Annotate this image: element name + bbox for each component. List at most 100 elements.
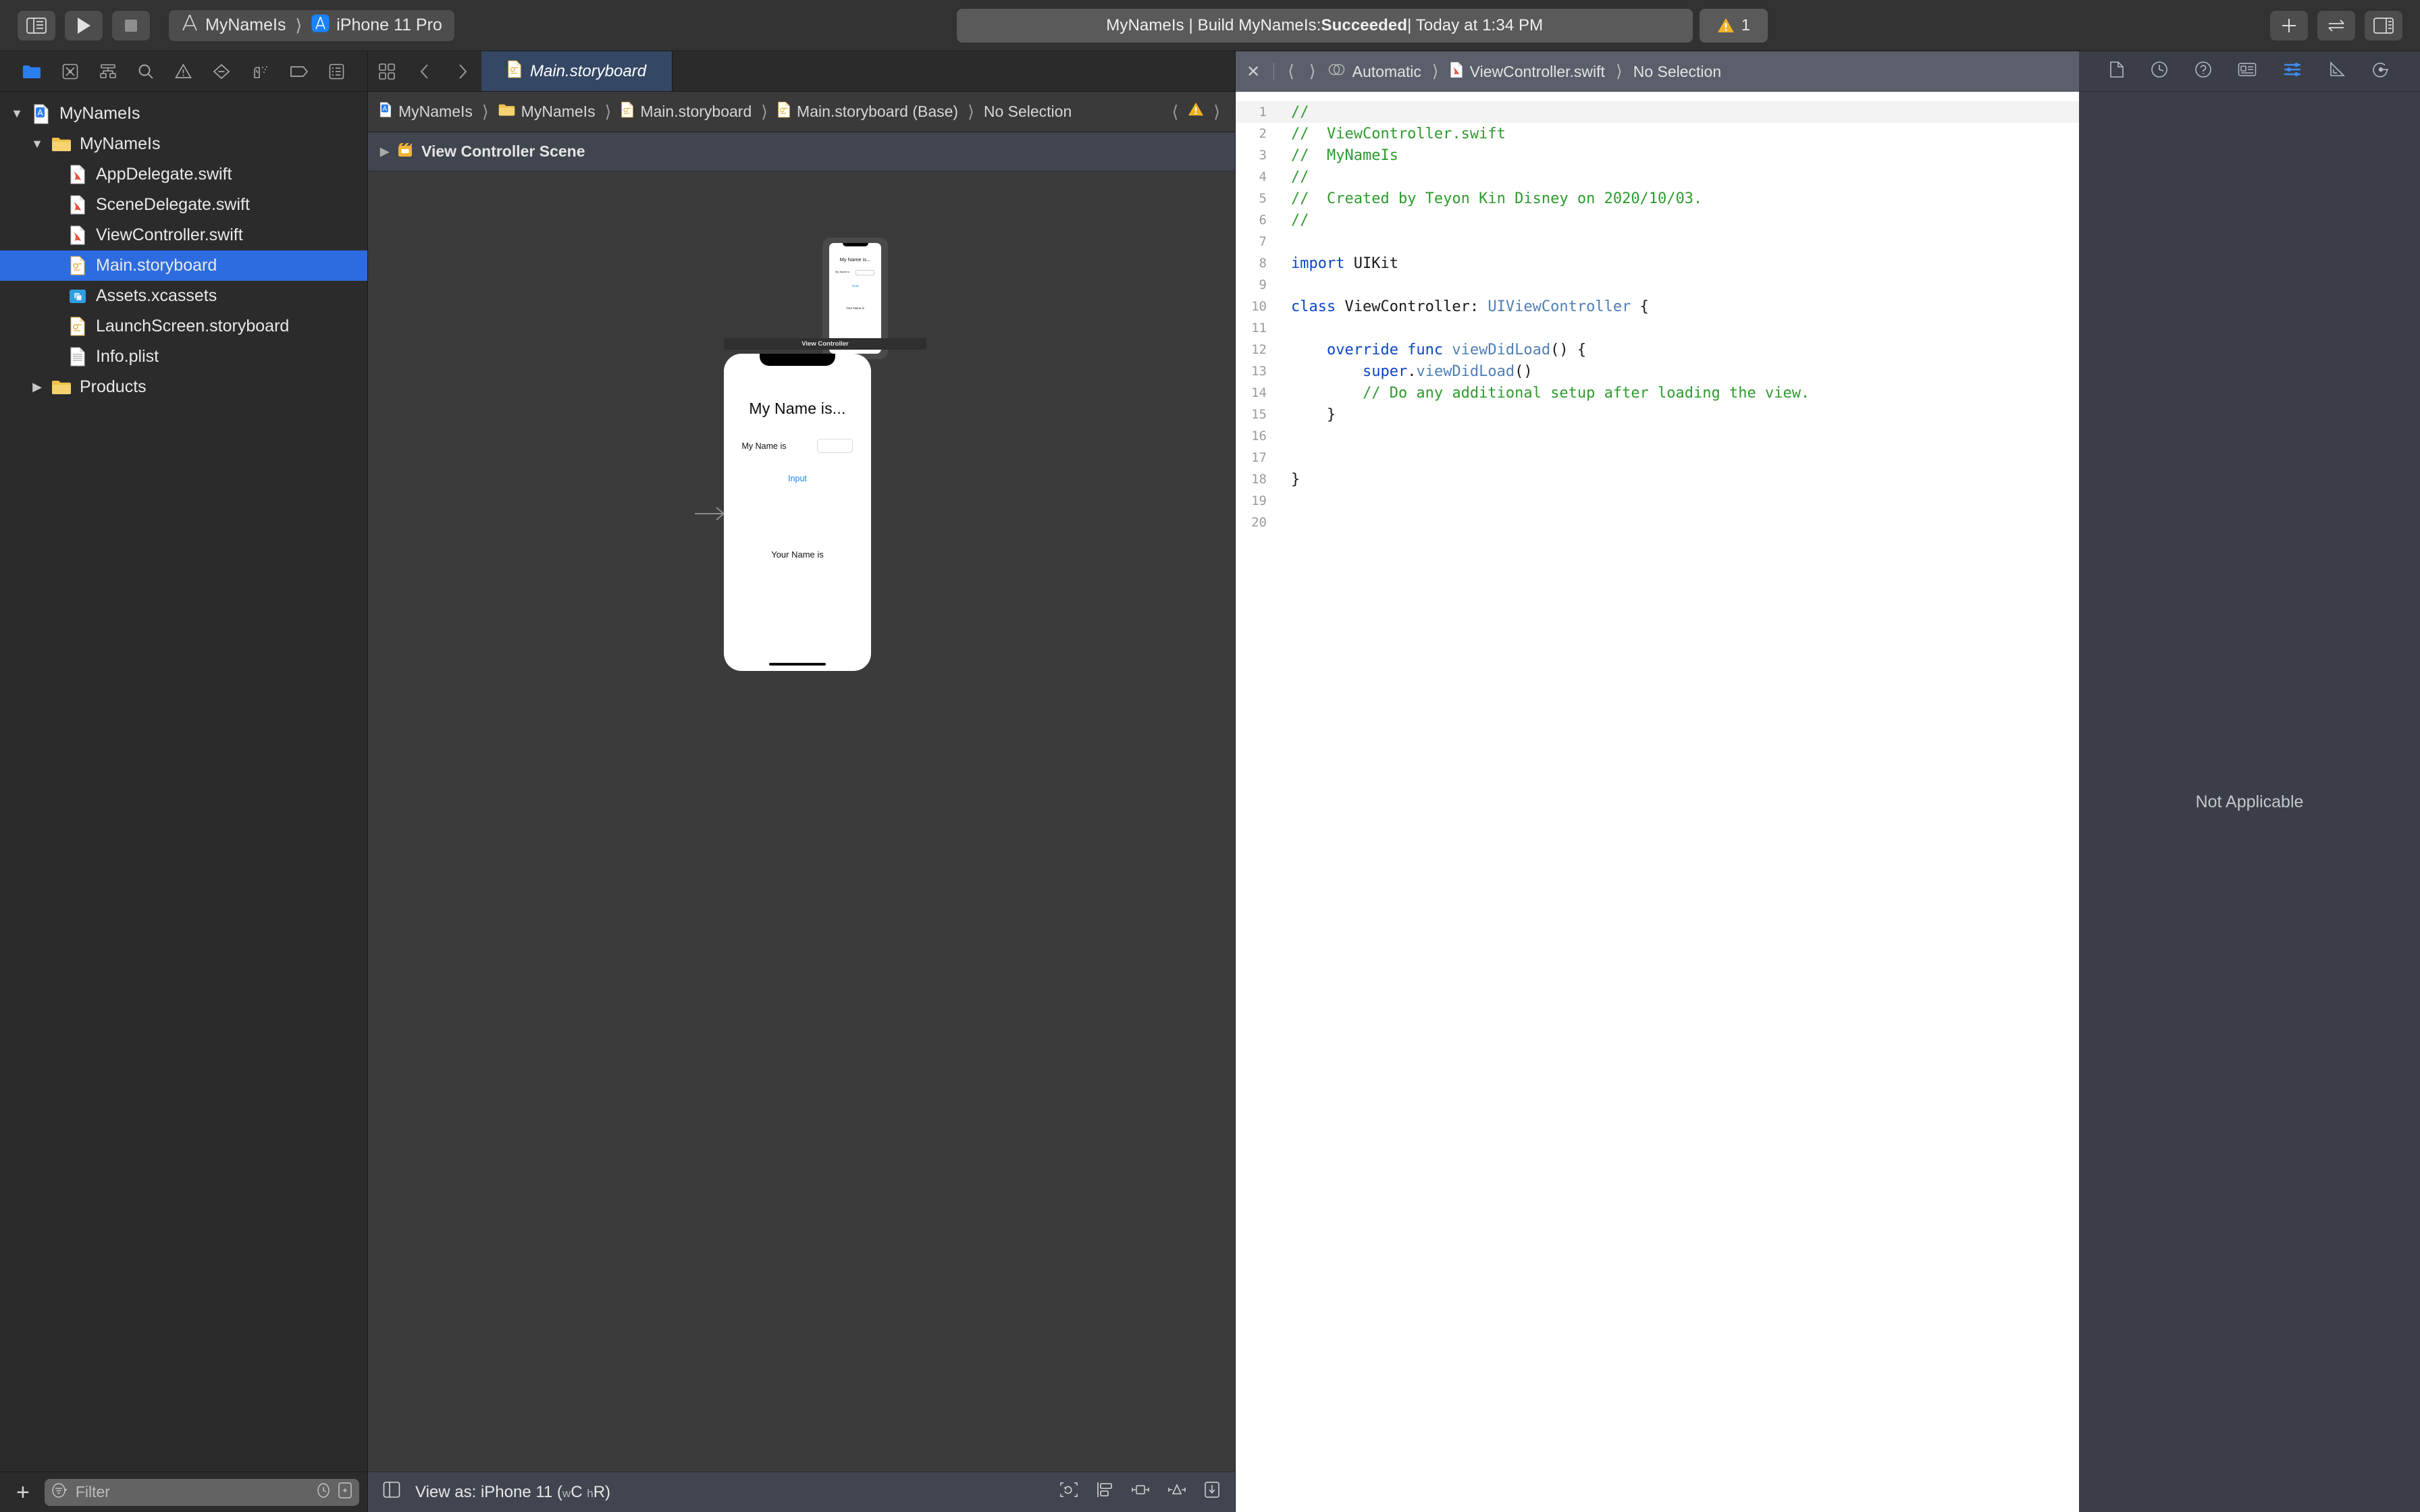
tree-row[interactable]: SceneDelegate.swift [0,190,367,220]
code-line[interactable]: 13 super.viewDidLoad() [1236,360,2079,382]
find-navigator-icon[interactable] [138,63,154,80]
scheme-selector[interactable]: MyNameIs ⟩ iPhone 11 Pro [169,9,454,41]
toggle-navigator-button[interactable] [18,10,55,40]
warning-indicator[interactable]: 1 [1699,8,1768,43]
tree-row[interactable]: LaunchScreen.storyboard [0,311,367,342]
test-navigator-icon[interactable] [213,63,230,80]
storyboard-canvas[interactable]: My Name is... My Name is Input Your Name… [368,171,1235,1472]
code-line[interactable]: 5 // Created by Teyon Kin Disney on 2020/… [1236,188,2079,209]
recent-files-filter-icon[interactable] [316,1482,331,1503]
navigate-back-icon[interactable]: ⟨ [1288,61,1294,82]
embed-in-icon[interactable] [1204,1481,1220,1503]
breadcrumb-separator-icon: ⟩ [968,102,974,122]
code-line[interactable]: 20 [1236,512,2079,533]
view-as-label[interactable]: View as: iPhone 11 (wC hR) [415,1483,610,1502]
name-text-field[interactable] [817,439,853,453]
code-line[interactable]: 6 // [1236,209,2079,231]
source-control-navigator-icon[interactable] [62,63,78,80]
close-editor-icon[interactable]: ✕ [1246,62,1264,82]
navigator-filter-input[interactable]: Filter [44,1478,359,1506]
scene-title-bar[interactable]: View Controller [724,338,926,350]
breadcrumb-item-base[interactable]: Main.storyboard (Base) [777,101,958,122]
code-line[interactable]: 11 [1236,317,2079,339]
navigate-back-icon[interactable] [406,51,444,91]
code-line[interactable]: 4 // [1236,166,2079,188]
editor-options-icon[interactable] [368,51,406,91]
swap-editors-button[interactable] [2317,10,2355,40]
code-line[interactable]: 1 // [1236,101,2079,123]
symbol-navigator-icon[interactable] [99,63,117,80]
breadcrumb-item-group[interactable]: MyNameIs [498,103,596,121]
tree-row[interactable]: Info.plist [0,342,367,372]
code-line[interactable]: 19 [1236,490,2079,512]
disclosure-triangle-icon[interactable]: ▶ [26,380,49,394]
code-line[interactable]: 12 override func viewDidLoad() { [1236,339,2079,360]
code-line[interactable]: 17 [1236,447,2079,468]
code-line[interactable]: 9 [1236,274,2079,296]
breadcrumb-item-file[interactable]: Main.storyboard [621,101,752,122]
connections-inspector-icon[interactable] [2372,61,2390,82]
next-issue-icon[interactable]: ⟩ [1213,102,1220,122]
code-line[interactable]: 8 import UIKit [1236,252,2079,274]
project-navigator-icon[interactable] [22,64,41,79]
toggle-inspector-button[interactable] [2365,10,2402,40]
file-inspector-icon[interactable] [2109,61,2124,82]
report-navigator-icon[interactable] [329,63,344,80]
code-text: override func viewDidLoad() { [1278,342,1586,358]
disclosure-triangle-icon[interactable]: ▼ [26,137,49,151]
code-line[interactable]: 16 [1236,425,2079,447]
quick-help-inspector-icon[interactable] [2194,61,2212,82]
resolve-auto-layout-issues-icon[interactable] [1167,1481,1186,1503]
tree-row[interactable]: Assets.xcassets [0,281,367,311]
issue-navigator-icon[interactable] [174,63,192,79]
code-text: // [1278,104,1309,121]
breakpoint-navigator-icon[interactable] [290,65,309,78]
tree-row[interactable]: ▼ MyNameIs [0,99,367,129]
tree-row[interactable]: ▶ Products [0,372,367,402]
add-file-button[interactable]: + [9,1481,36,1504]
tree-row-label: SceneDelegate.swift [96,195,250,214]
code-token: // ViewController.swift [1291,125,1506,142]
disclosure-triangle-icon[interactable]: ▼ [5,107,28,121]
stop-button[interactable] [112,10,150,40]
breadcrumb-label-file[interactable]: ViewController.swift [1470,63,1605,81]
tree-row[interactable]: AppDelegate.swift [0,159,367,190]
code-line[interactable]: 14 // Do any additional setup after load… [1236,382,2079,404]
source-code-area[interactable]: 1 // 2 // ViewController.swift 3 // MyNameIs 4… [1236,92,2079,1512]
tree-row[interactable]: Main.storyboard [0,250,367,281]
warning-triangle-icon[interactable] [1188,102,1204,122]
disclosure-triangle-icon[interactable]: ▶ [380,145,389,159]
project-file-tree[interactable]: ▼ MyNameIs ▼ MyNameIs AppDelegate.swift … [0,92,367,1472]
code-line[interactable]: 15 } [1236,404,2079,425]
debug-navigator-icon[interactable] [251,63,269,80]
run-button[interactable] [65,10,103,40]
identity-inspector-icon[interactable] [2238,61,2257,81]
code-line[interactable]: 10 class ViewController: UIViewController… [1236,296,2079,317]
toggle-document-outline-icon[interactable] [383,1481,400,1503]
update-frames-icon[interactable] [1059,1481,1078,1503]
previous-issue-icon[interactable]: ⟨ [1172,102,1178,122]
attributes-inspector-icon[interactable] [2283,61,2302,81]
swift-file-icon [65,195,90,215]
code-line[interactable]: 18} [1236,468,2079,490]
source-control-filter-icon[interactable] [338,1482,352,1503]
code-line[interactable]: 3 // MyNameIs [1236,144,2079,166]
code-line[interactable]: 7 [1236,231,2079,252]
tree-row[interactable]: ViewController.swift [0,220,367,250]
breadcrumb-item-project[interactable]: MyNameIs [379,101,473,122]
align-icon[interactable] [1096,1481,1113,1503]
view-controller-device-preview[interactable]: My Name is... My Name is Input Your Name… [724,354,871,671]
navigate-forward-icon[interactable] [444,51,481,91]
document-outline-row[interactable]: ▶ View Controller Scene [368,132,1235,171]
breadcrumb-label-selection[interactable]: No Selection [1633,63,1721,81]
navigate-forward-icon[interactable]: ⟩ [1309,61,1316,82]
code-line[interactable]: 2 // ViewController.swift [1236,123,2079,144]
input-button[interactable]: Input [724,474,871,483]
add-editor-button[interactable] [2270,10,2308,40]
breadcrumb-label-automatic[interactable]: Automatic [1352,63,1421,81]
history-inspector-icon[interactable] [2151,61,2168,82]
add-constraints-icon[interactable] [1131,1481,1150,1503]
tab-main-storyboard[interactable]: Main.storyboard [481,51,673,91]
size-inspector-icon[interactable] [2328,61,2346,81]
tree-row[interactable]: ▼ MyNameIs [0,129,367,159]
